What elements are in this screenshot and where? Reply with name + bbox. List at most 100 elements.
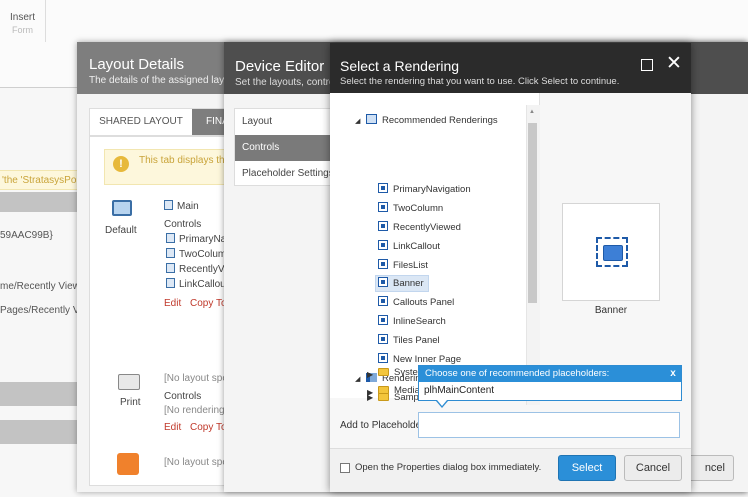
collapse-icon[interactable]: ◢ (355, 375, 360, 383)
printer-icon (118, 374, 140, 390)
open-properties-checkbox[interactable] (340, 463, 350, 473)
monitor-icon (112, 200, 132, 216)
rendering-icon (378, 315, 388, 325)
tree-folder[interactable]: Media (378, 382, 418, 399)
insert-label: Insert (9, 12, 35, 23)
tree-folder[interactable]: System (378, 364, 418, 381)
tree-item-label: RecentlyViewed (393, 222, 461, 233)
dialog-title: Device Editor (235, 58, 325, 75)
dialog-title: Layout Details (89, 56, 185, 73)
file-icon (166, 263, 175, 273)
tree-item-rendering-selected[interactable]: Banner (375, 275, 429, 292)
cancel-button[interactable]: Cancel (624, 455, 682, 481)
form-label: Form (12, 25, 33, 35)
popup-title: Choose one of recommended placeholders: (419, 366, 681, 382)
tree-item-label: Callouts Panel (393, 297, 455, 308)
rendering-icon (378, 183, 388, 193)
add-to-placeholder-label: Add to Placeholder: (340, 420, 428, 431)
folder-icon (378, 386, 389, 394)
rendering-icon (378, 240, 388, 250)
layout-name: Main (164, 200, 199, 212)
rendering-icon (378, 353, 388, 363)
scroll-up-icon[interactable]: ▲ (529, 109, 535, 115)
controls-heading: Controls (164, 219, 202, 230)
rendering-icon (378, 202, 388, 212)
tree-item-label: InlineSearch (393, 316, 446, 327)
collapse-icon[interactable]: ◢ (355, 117, 360, 125)
rendering-preview (562, 203, 660, 301)
rendering-icon (378, 277, 388, 287)
tree-item-rendering[interactable]: InlineSearch (378, 313, 450, 330)
device-editor-nav: Layout Controls Placeholder Settings (234, 108, 338, 186)
placeholder-input[interactable] (418, 412, 680, 438)
insert-button[interactable]: Insert Form (0, 0, 46, 42)
preview-label: Banner (594, 305, 628, 316)
maximize-icon[interactable] (641, 59, 653, 71)
placeholder-option[interactable]: plhMainContent (424, 385, 494, 396)
nav-placeholder-settings[interactable]: Placeholder Settings (235, 161, 337, 187)
tree-item-rendering[interactable]: PrimaryNavigation (378, 181, 475, 198)
folder-icon (378, 368, 389, 376)
tree-item-rendering[interactable]: Tiles Panel (378, 332, 444, 349)
nav-layout[interactable]: Layout (235, 109, 337, 135)
rendering-icon (378, 334, 388, 344)
control-item: TwoColumn (166, 248, 232, 260)
field-value: Pages/Recently View (0, 305, 80, 316)
dialog-subtitle: Select the rendering that you want to us… (340, 76, 620, 87)
dialog-title: Select a Rendering (340, 58, 460, 74)
rss-icon (117, 453, 139, 475)
file-icon (166, 278, 175, 288)
nav-controls[interactable]: Controls (235, 135, 337, 161)
close-icon[interactable]: x (666, 366, 680, 382)
scrollbar-thumb[interactable] (528, 123, 537, 303)
expand-icon[interactable]: ▶ (367, 388, 373, 397)
rendering-icon (378, 296, 388, 306)
expand-icon[interactable]: ▶ (367, 370, 373, 379)
dialog-subtitle: The details of the assigned layouts (89, 75, 243, 86)
tree-item-rendering[interactable]: FilesList (378, 257, 432, 274)
popup-arrow (437, 400, 447, 406)
rendering-tree: ◢ Recommended Renderings PrimaryNavigati… (330, 93, 540, 403)
tree-item-rendering[interactable]: Callouts Panel (378, 294, 458, 311)
control-item: [No renderings (164, 405, 230, 416)
tab-shared-layout[interactable]: Shared Layout (90, 109, 192, 135)
tree-item-rendering[interactable]: TwoColumn (378, 200, 447, 217)
warning-bar: 'the 'StratasysPortal' (0, 170, 80, 190)
section-band (0, 192, 80, 212)
device-name: Print (120, 397, 141, 408)
tree-item-rendering[interactable]: LinkCallout (378, 238, 444, 255)
layout-name: [No layout spec (164, 457, 233, 468)
tree-item-label: TwoColumn (393, 203, 444, 214)
copy-to-link[interactable]: Copy To (190, 298, 227, 309)
checkbox-label: Open the Properties dialog box immediate… (355, 462, 542, 473)
section-band (0, 420, 80, 444)
select-rendering-dialog: Select a Rendering Select the rendering … (330, 43, 691, 492)
file-icon (164, 200, 173, 210)
tree-node-recommended[interactable]: Recommended Renderings (366, 112, 502, 129)
select-button[interactable]: Select (558, 455, 616, 481)
edit-link[interactable]: Edit (164, 422, 181, 433)
control-item: RecentlyVie (166, 263, 232, 275)
control-label: LinkCallout (179, 279, 229, 290)
tree-node-label: Recommended Renderings (382, 115, 498, 126)
tree-item-label: Media (394, 385, 418, 396)
placeholder-suggestions-popup: Choose one of recommended placeholders: … (418, 365, 682, 401)
device-name: Default (105, 225, 137, 236)
edit-link[interactable]: Edit (164, 298, 181, 309)
dialog-subtitle: Set the layouts, controls (235, 77, 342, 88)
file-icon (166, 233, 175, 243)
control-item: PrimaryNav (166, 233, 231, 245)
layout-name-label: Main (177, 201, 199, 212)
tree-item-label: Banner (393, 278, 424, 289)
field-value: me/Recently Viewed (0, 281, 80, 292)
field-value: 59AAC99B} (0, 230, 53, 241)
section-band (0, 382, 80, 406)
tree-item-label: Tiles Panel (393, 335, 440, 346)
control-item: LinkCallout (166, 278, 228, 290)
tree-item-rendering[interactable]: RecentlyViewed (378, 219, 465, 236)
dialog-header: Select a Rendering Select the rendering … (330, 43, 691, 93)
rendering-icon (378, 221, 388, 231)
rendering-icon (378, 259, 388, 269)
close-icon[interactable]: ✕ (666, 54, 682, 74)
copy-to-link[interactable]: Copy To (190, 422, 227, 433)
